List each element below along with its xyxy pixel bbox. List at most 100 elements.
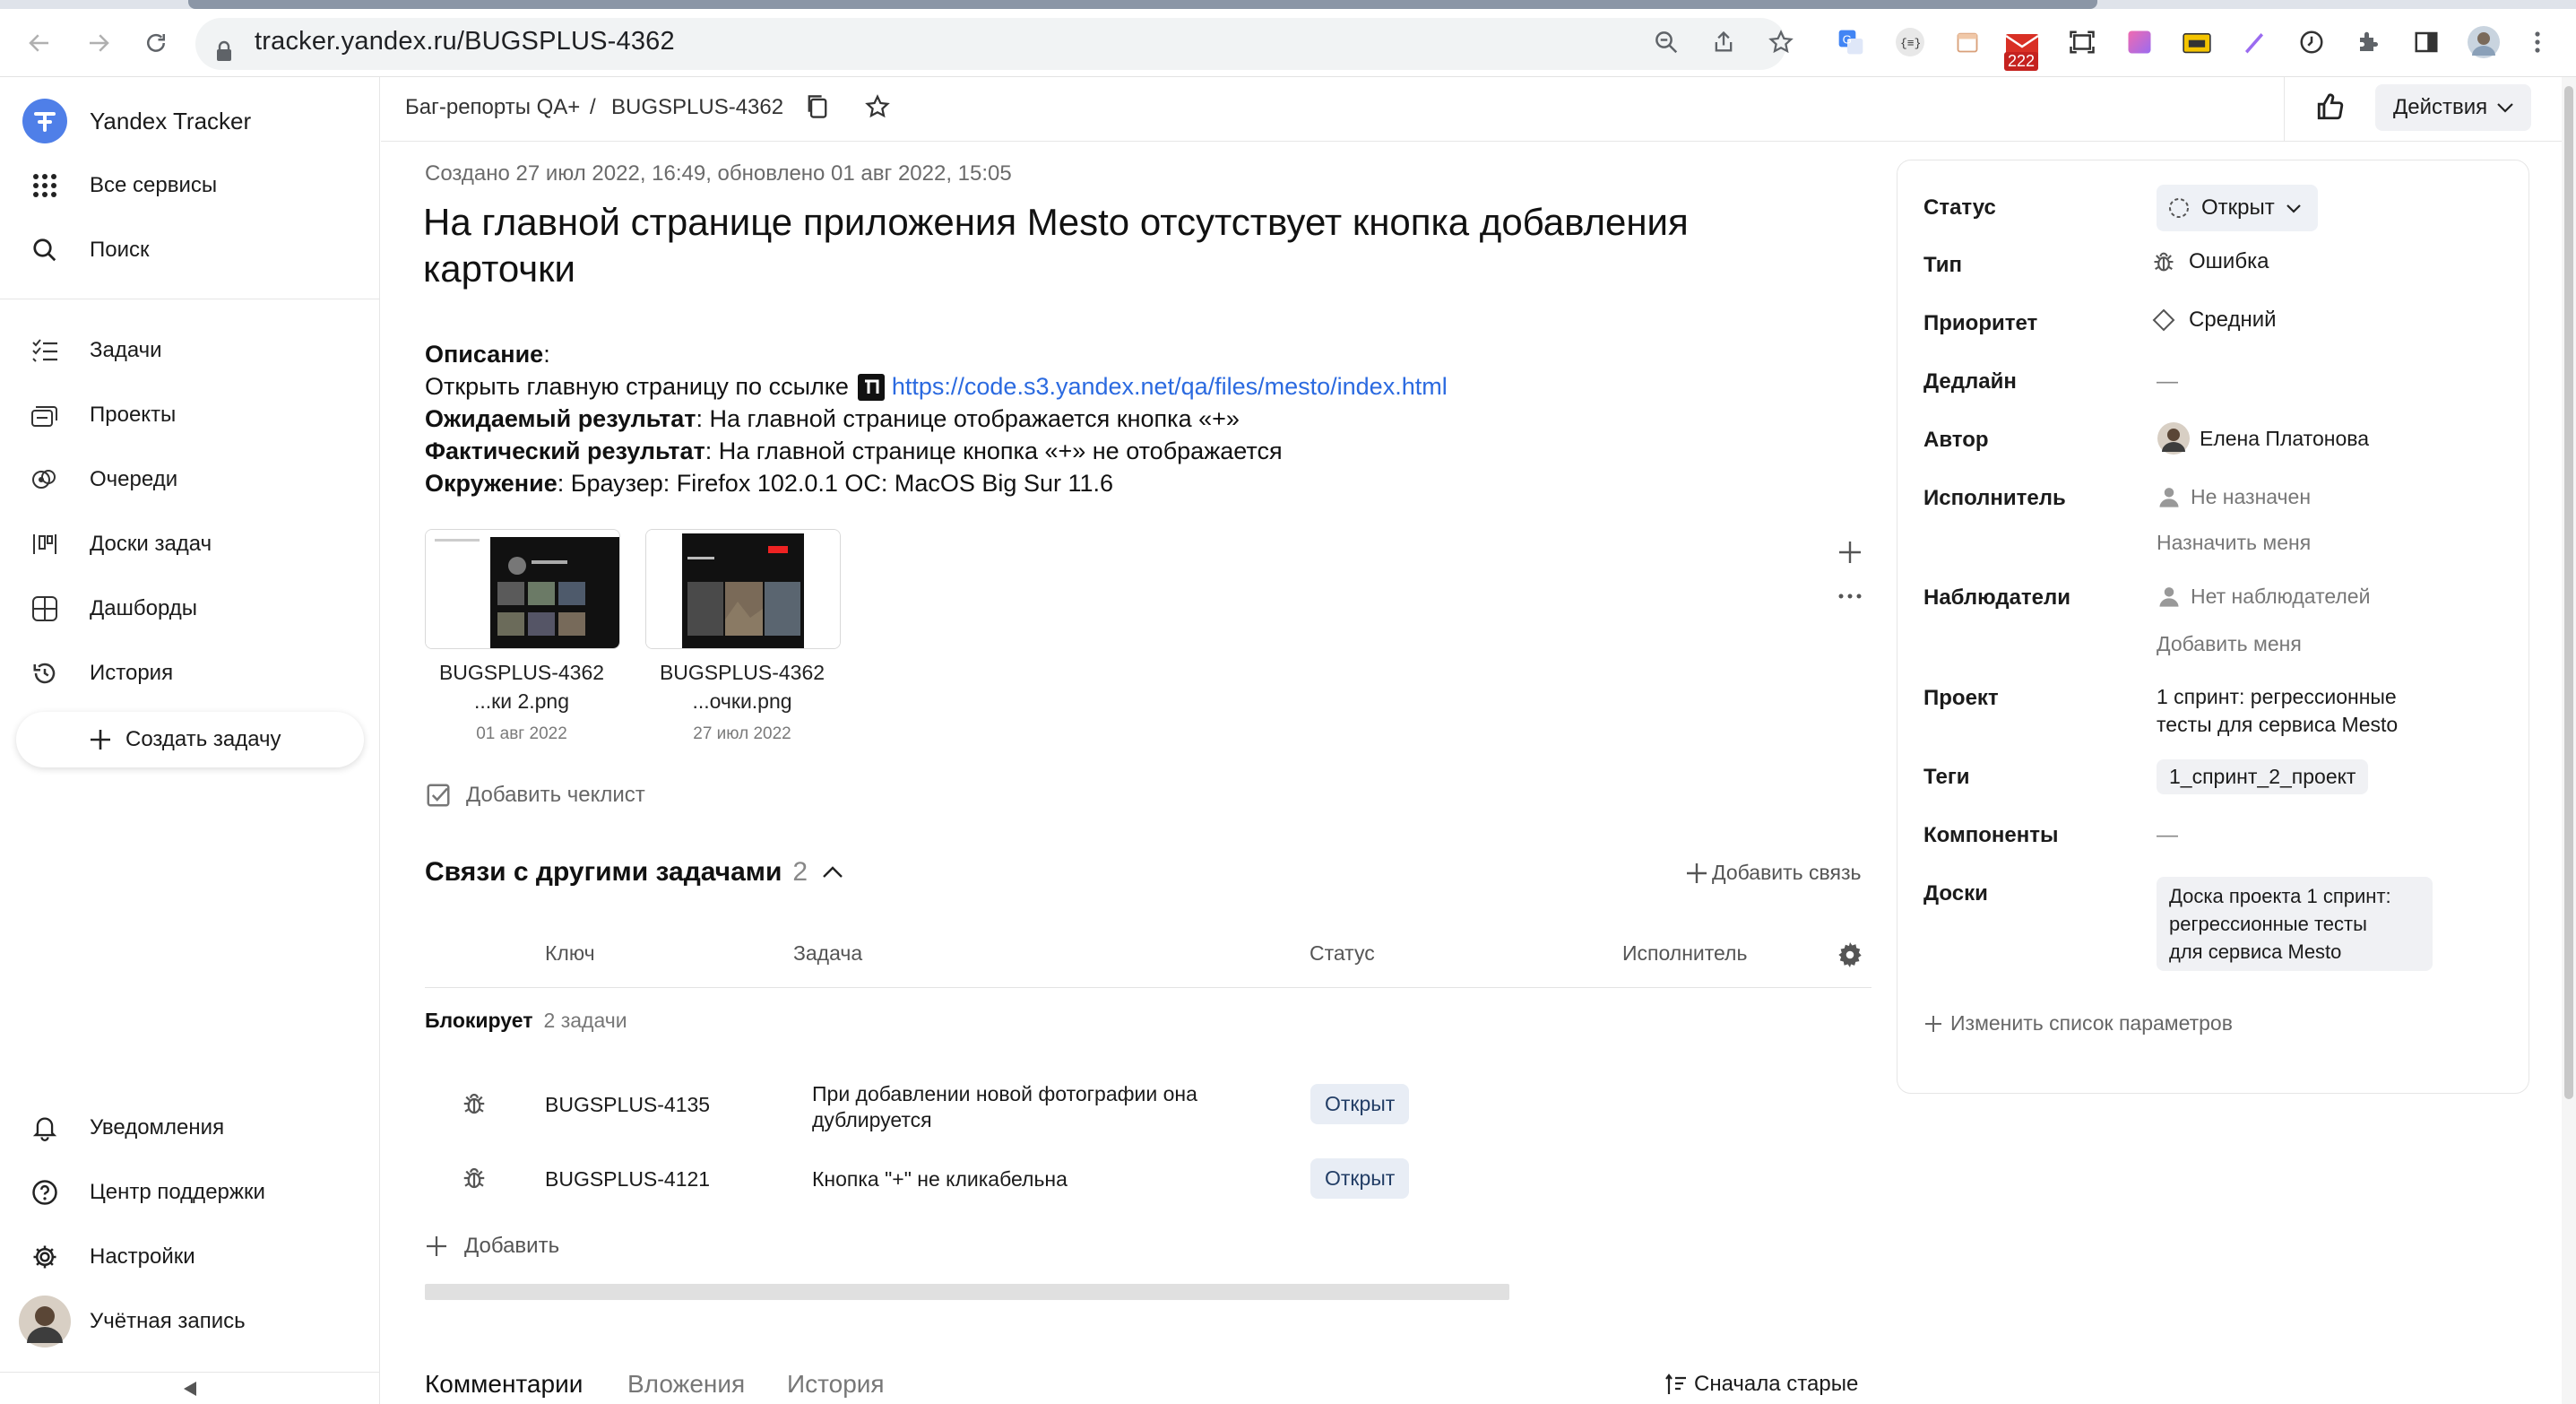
json-extension-icon[interactable]: {≡}: [1893, 25, 1927, 59]
board-chip[interactable]: Доска проекта 1 спринт: регрессионные те…: [2157, 877, 2433, 971]
actions-label: Действия: [2393, 95, 2488, 119]
sidebar-item-support[interactable]: Центр поддержки: [0, 1166, 380, 1219]
add-me-watcher-link[interactable]: Добавить меня: [2157, 632, 2302, 656]
param-deadline-value[interactable]: —: [2157, 369, 2178, 394]
brand-name: Yandex Tracker: [90, 107, 252, 134]
link-row-key[interactable]: BUGSPLUS-4135: [545, 1093, 710, 1117]
add-related-task-button[interactable]: Добавить: [425, 1234, 559, 1259]
svg-text:{≡}: {≡}: [1900, 37, 1921, 50]
param-type-value[interactable]: Ошибка: [2151, 249, 2269, 274]
param-components-value[interactable]: —: [2157, 823, 2178, 848]
add-related-label: Добавить: [464, 1234, 560, 1258]
sort-icon: [1665, 1374, 1686, 1394]
sort-order-button[interactable]: Сначала старые: [1665, 1372, 1858, 1397]
gradient-extension-icon[interactable]: [2122, 25, 2157, 59]
status-badge[interactable]: Открыт: [1310, 1084, 1410, 1124]
attachment-thumbnail[interactable]: [425, 529, 620, 649]
param-project-value[interactable]: 1 спринт: регрессионные тесты для сервис…: [2157, 683, 2398, 739]
folder-extension-icon[interactable]: [2180, 25, 2214, 59]
table-settings-gear-icon[interactable]: [1836, 940, 1864, 969]
sidebar-item-settings[interactable]: Настройки: [0, 1230, 380, 1284]
page-scrollbar[interactable]: [2562, 77, 2576, 1404]
extensions-puzzle-icon[interactable]: [2352, 25, 2386, 59]
bookmark-star-icon[interactable]: [1764, 25, 1798, 59]
sidebar-item-account[interactable]: Учётная запись: [0, 1295, 380, 1348]
copy-icon[interactable]: [805, 93, 830, 120]
create-task-button[interactable]: Создать задачу: [16, 712, 364, 767]
edit-params-button[interactable]: Изменить список параметров: [1923, 1011, 2233, 1036]
calendar-extension-icon[interactable]: [1950, 25, 1984, 59]
param-priority-value[interactable]: Средний: [2151, 308, 2277, 333]
actions-button[interactable]: Действия: [2375, 84, 2531, 131]
side-panel-icon[interactable]: [2409, 25, 2443, 59]
links-count: 2: [792, 857, 808, 887]
back-icon[interactable]: [22, 25, 57, 61]
history-icon: [33, 663, 56, 684]
actual-label: Фактический результат: [425, 438, 705, 464]
column-status[interactable]: Статус: [1310, 941, 1375, 966]
add-attachment-plus-icon[interactable]: [1837, 540, 1863, 565]
screenshot-extension-icon[interactable]: [2065, 25, 2099, 59]
expected-text: : На главной странице отображается кнопк…: [696, 405, 1240, 432]
sidebar-item-boards[interactable]: Доски задач: [0, 517, 380, 571]
reload-icon[interactable]: [138, 25, 174, 61]
breadcrumb-queue[interactable]: Баг-репорты QA+: [405, 95, 580, 120]
tab-comments[interactable]: Комментарии: [425, 1370, 583, 1399]
tasks-list-icon: [32, 339, 57, 362]
sidebar-item-all-services[interactable]: Все сервисы: [0, 159, 380, 212]
tab-attachments[interactable]: Вложения: [627, 1370, 745, 1399]
links-section-header[interactable]: Связи с другими задачами 2: [425, 857, 843, 888]
priority-diamond-icon: [2152, 308, 2175, 332]
like-icon[interactable]: [2315, 91, 2346, 122]
sidebar-item-history[interactable]: История: [0, 646, 380, 700]
status-open-icon: [2169, 198, 2189, 218]
sidebar-item-queues[interactable]: Очереди: [0, 453, 380, 507]
add-checklist-button[interactable]: Добавить чеклист: [425, 782, 645, 809]
tab-history[interactable]: История: [787, 1370, 885, 1399]
sidebar-item-tasks[interactable]: Задачи: [0, 324, 380, 377]
attachment-thumbnail[interactable]: [645, 529, 841, 649]
param-author-label: Автор: [1923, 428, 1989, 452]
more-options-icon[interactable]: [1837, 592, 1863, 601]
zoom-icon[interactable]: [1649, 25, 1683, 59]
sidebar-item-dashboards[interactable]: Дашборды: [0, 582, 380, 636]
link-row-task[interactable]: Кнопка "+" не кликабельна: [812, 1167, 1068, 1192]
tag-chip[interactable]: 1_спринт_2_проект: [2157, 759, 2369, 794]
horizontal-scrollbar[interactable]: [425, 1284, 1509, 1300]
status-dropdown[interactable]: Открыт: [2157, 185, 2318, 231]
column-assignee[interactable]: Исполнитель: [1622, 941, 1747, 966]
sidebar-item-projects[interactable]: Проекты: [0, 388, 380, 442]
sidebar-brand[interactable]: Yandex Tracker: [0, 94, 380, 148]
column-task[interactable]: Задача: [793, 941, 862, 966]
translate-extension-icon[interactable]: G: [1834, 25, 1868, 59]
breadcrumb-issue-key[interactable]: BUGSPLUS-4362: [611, 95, 783, 120]
assign-me-link[interactable]: Назначить меня: [2157, 531, 2311, 555]
queues-icon: [32, 470, 56, 489]
mail-extension-icon[interactable]: 222: [2004, 32, 2044, 72]
param-assignee-value[interactable]: Не назначен: [2157, 484, 2311, 509]
favorite-star-icon[interactable]: [864, 93, 891, 120]
collapse-sidebar-button[interactable]: [0, 1372, 380, 1404]
profile-avatar-icon[interactable]: [2467, 25, 2501, 59]
sidebar-item-search[interactable]: Поиск: [0, 223, 380, 277]
link-row-task[interactable]: При добавлении новой фотографии она дубл…: [812, 1081, 1197, 1133]
column-key[interactable]: Ключ: [545, 941, 595, 966]
param-watchers-value[interactable]: Нет наблюдателей: [2157, 584, 2370, 609]
browser-menu-icon[interactable]: [2520, 25, 2554, 59]
clock-extension-icon[interactable]: [2295, 25, 2329, 59]
param-author-value[interactable]: Елена Платонова: [2157, 421, 2369, 455]
issue-title[interactable]: На главной странице приложения Mesto отс…: [423, 199, 1821, 292]
share-icon[interactable]: [1707, 25, 1741, 59]
attachment-name[interactable]: BUGSPLUS-4362 ...очки.png: [635, 658, 850, 715]
sidebar-item-notifications[interactable]: Уведомления: [0, 1101, 380, 1155]
sort-label: Сначала старые: [1694, 1372, 1859, 1396]
pen-extension-icon[interactable]: [2237, 25, 2271, 59]
attachment-name[interactable]: BUGSPLUS-4362 ...ки 2.png: [414, 658, 629, 715]
status-badge[interactable]: Открыт: [1310, 1158, 1410, 1199]
board-value-line: Доска проекта 1 спринт:: [2169, 885, 2391, 907]
url-text[interactable]: tracker.yandex.ru/BUGSPLUS-4362: [255, 27, 675, 56]
description-link[interactable]: https://code.s3.yandex.net/qa/files/mest…: [892, 373, 1448, 401]
forward-icon[interactable]: [81, 25, 117, 61]
link-row-key[interactable]: BUGSPLUS-4121: [545, 1167, 710, 1192]
add-link-button[interactable]: Добавить связь: [1685, 861, 1861, 885]
